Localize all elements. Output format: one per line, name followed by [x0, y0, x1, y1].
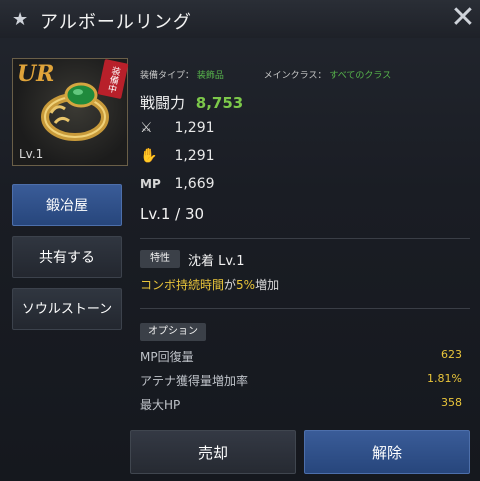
trait-desc-value: 5% [236, 278, 256, 292]
combat-power: 戦闘力 8,753 [140, 92, 243, 113]
sell-button[interactable]: 売却 [130, 430, 296, 474]
type-value: 装飾品 [196, 71, 224, 81]
item-detail-panel: ★ アルボールリング ✕ UR 装備中 Lv.1 鍛冶屋 共有する ソウルストー… [0, 0, 480, 481]
class-value: すべてのクラス [329, 71, 392, 81]
item-title: アルボールリング [40, 12, 192, 33]
option-label: 最大HP [140, 398, 181, 412]
magic-hand-icon: ✋ [140, 148, 158, 164]
option-value: 358 [441, 396, 462, 409]
option-row: アテナ獲得量増加率 1.81% [140, 372, 462, 392]
ring-icon [41, 82, 109, 141]
class-label: メインクラス： [263, 71, 327, 81]
stat-value: 1,669 [174, 176, 215, 192]
power-value: 8,753 [195, 94, 244, 112]
divider [140, 308, 470, 309]
star-icon: ★ [12, 9, 29, 30]
soulstone-button[interactable]: ソウルストーン [12, 288, 122, 330]
trait-name: 沈着 Lv.1 [188, 254, 245, 269]
option-value: 623 [441, 348, 462, 361]
stat-mp: MP 1,669 [140, 176, 215, 192]
trait-desc-suffix: 増加 [255, 278, 280, 292]
stat-magic: ✋ 1,291 [140, 148, 215, 164]
stat-attack: ⚔ 1,291 [140, 120, 215, 136]
trait-tag: 特性 [140, 250, 180, 268]
enhance-level: Lv.1 / 30 [140, 205, 205, 223]
trait-desc-subject: コンボ持続時間 [140, 278, 225, 292]
unequip-button[interactable]: 解除 [304, 430, 470, 474]
share-button[interactable]: 共有する [12, 236, 122, 278]
item-level: Lv.1 [19, 147, 44, 161]
trait-desc-particle: が [224, 278, 237, 292]
option-value: 1.81% [427, 372, 462, 385]
mp-icon: MP [140, 177, 161, 191]
option-row: 最大HP 358 [140, 396, 462, 416]
crossed-swords-icon: ⚔ [140, 120, 153, 136]
stat-value: 1,291 [174, 120, 215, 136]
option-label: アテナ獲得量増加率 [140, 374, 249, 388]
title-bar: ★ アルボールリング ✕ [0, 0, 480, 38]
option-label: MP回復量 [140, 350, 194, 364]
item-meta: 装備タイプ： 装飾品 メインクラス： すべてのクラス [140, 68, 391, 81]
power-label: 戦闘力 [140, 94, 186, 112]
stat-value: 1,291 [174, 148, 215, 164]
close-button[interactable]: ✕ [448, 2, 478, 34]
options-header: オプション [140, 323, 206, 341]
item-thumbnail: UR 装備中 Lv.1 [12, 58, 129, 166]
divider [140, 238, 470, 239]
trait-description: コンボ持続時間が5%増加 [140, 276, 279, 293]
blacksmith-button[interactable]: 鍛冶屋 [12, 184, 122, 226]
type-label: 装備タイプ： [140, 71, 195, 81]
option-row: MP回復量 623 [140, 348, 462, 368]
